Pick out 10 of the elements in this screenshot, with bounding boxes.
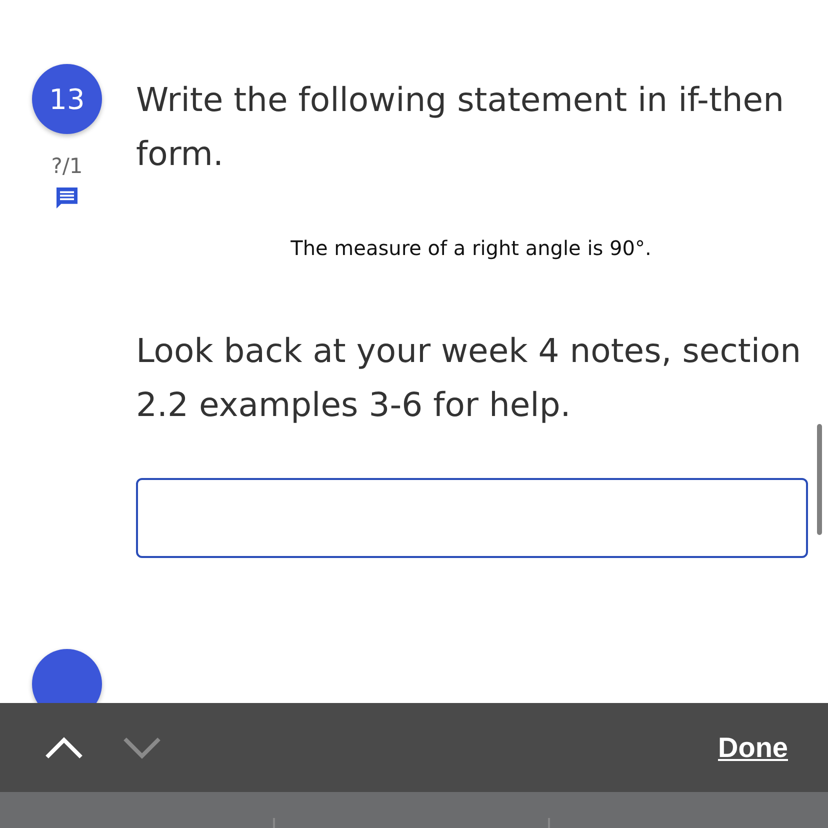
hint-text: Look back at your week 4 notes, section 2.2 examples 3-6 for help. [136,330,802,426]
question-badge [32,649,102,703]
question-number: 13 [32,64,102,134]
chevron-up-icon[interactable] [44,736,84,760]
done-button[interactable]: Done [718,732,788,764]
statement-text: The measure of a right angle is 90°. [290,236,652,260]
question-text: Write the following statement in if-then form. [136,79,786,175]
score-text: ?/1 [51,154,83,178]
scrollbar[interactable] [817,424,822,535]
answer-field[interactable] [136,478,808,558]
